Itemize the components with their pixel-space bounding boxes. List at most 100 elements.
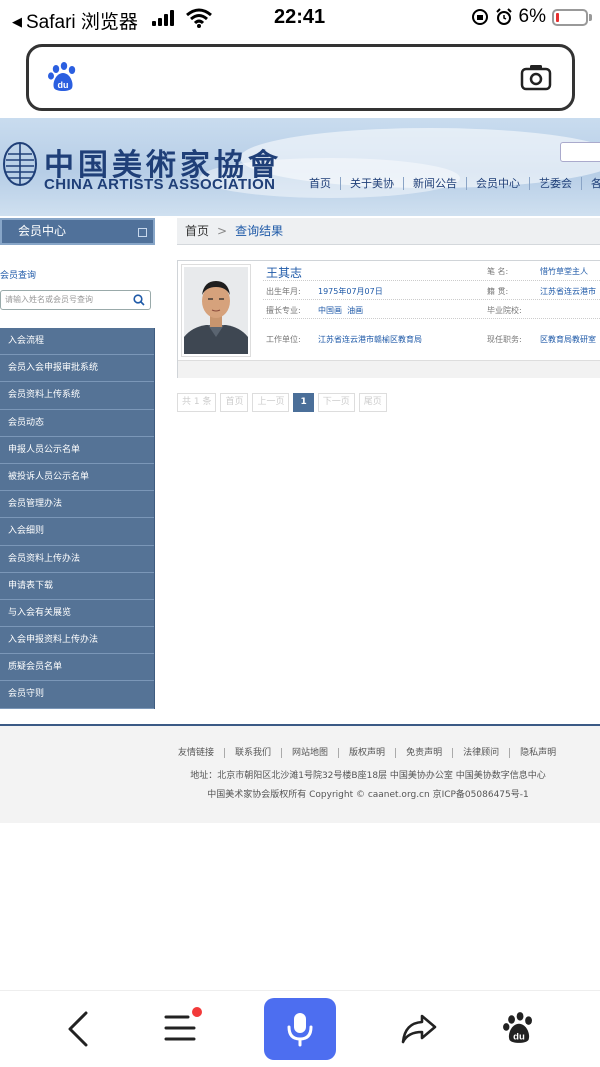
sidebar-item-upload-rules[interactable]: 会员资料上传办法 <box>0 546 154 573</box>
alarm-icon <box>495 8 512 25</box>
sidebar-item-disputed-list[interactable]: 质疑会员名单 <box>0 654 154 682</box>
native-value: 江苏省连云港市 <box>540 287 596 296</box>
sidebar-item-approval-system[interactable]: 会员入会申报审批系统 <box>0 355 154 383</box>
status-bar: ◀ Safari 浏览器 22:41 6% <box>0 0 600 36</box>
microphone-icon <box>287 1013 313 1047</box>
pager-total: 共 1 条 <box>177 393 217 412</box>
work-value: 江苏省连云港市赣榆区教育局 <box>318 335 422 344</box>
nav-item-committees[interactable]: 艺委会 <box>529 177 581 190</box>
birth-label: 出生年月: <box>266 287 301 296</box>
pen-name-label: 笔 名: <box>487 267 509 276</box>
site-header: 中国美術家協會 CHINA ARTISTS ASSOCIATION 首页 关于美… <box>0 118 600 216</box>
browser-toolbar: du <box>0 990 600 1067</box>
sidebar-item-join-rules[interactable]: 入会细则 <box>0 518 154 546</box>
wifi-icon <box>186 8 212 28</box>
specialty-value: 中国画 油画 <box>318 306 364 315</box>
footer-link-friends[interactable]: 友情链接 <box>178 748 224 758</box>
svg-text:du: du <box>513 1032 525 1043</box>
sidebar-item-applicant-list[interactable]: 申报人员公示名单 <box>0 437 154 464</box>
footer-link-legal[interactable]: 法律顾问 <box>452 748 509 758</box>
position-label: 现任职务: <box>487 335 522 344</box>
footer-link-copyright[interactable]: 版权声明 <box>338 748 395 758</box>
birth-value: 1975年07月07日 <box>318 287 383 296</box>
nav-item-home[interactable]: 首页 <box>300 177 340 190</box>
menu-icon[interactable] <box>164 1013 196 1043</box>
sidebar-item-complaint-list[interactable]: 被投诉人员公示名单 <box>0 464 154 492</box>
sidebar-item-member-news[interactable]: 会员动态 <box>0 410 154 437</box>
row-name: 王其志 笔 名: 惜竹草堂主人 <box>263 261 600 281</box>
specialty-label: 擅长专业: <box>266 306 301 315</box>
member-photo-frame <box>181 264 251 357</box>
battery-icon <box>552 8 588 26</box>
cellular-signal-icon <box>152 10 178 26</box>
site-logo-english: CHINA ARTISTS ASSOCIATION <box>44 176 276 193</box>
nav-item-news[interactable]: 新闻公告 <box>403 177 466 190</box>
site-search-input[interactable] <box>560 142 600 162</box>
breadcrumb: 首页 > 查询结果 <box>177 218 600 245</box>
svg-text:du: du <box>58 80 69 90</box>
sidebar-item-upload-instructions[interactable]: 入会申报资料上传办法 <box>0 627 154 655</box>
nav-item-members[interactable]: 会员中心 <box>466 177 529 190</box>
nav-item-about[interactable]: 关于美协 <box>340 177 403 190</box>
card-footer-strip <box>178 360 600 378</box>
breadcrumb-separator: > <box>217 224 228 238</box>
member-photo <box>184 267 248 354</box>
nav-item-more[interactable]: 各 <box>581 177 600 190</box>
main-nav: 首页 关于美协 新闻公告 会员中心 艺委会 各 <box>300 177 600 190</box>
sidebar-item-form-download[interactable]: 申请表下载 <box>0 573 154 600</box>
position-value: 区教育局教研室 <box>540 335 596 344</box>
member-result-card: 王其志 笔 名: 惜竹草堂主人 出生年月: 1975年07月07日 籍 贯: 江… <box>177 260 600 378</box>
pager-next[interactable]: 下一页 <box>317 393 355 412</box>
footer-link-sitemap[interactable]: 网站地图 <box>281 748 338 758</box>
member-name: 王其志 <box>266 266 303 280</box>
rotation-lock-icon <box>471 9 488 25</box>
breadcrumb-current: 查询结果 <box>235 224 284 238</box>
site-footer: 友情链接 联系我们 网站地图 版权声明 免责声明 法律顾问 隐私声明 地址：北京… <box>0 726 600 823</box>
row-birth: 出生年月: 1975年07月07日 籍 贯: 江苏省连云港市 <box>263 281 600 300</box>
battery-tip <box>589 13 592 21</box>
back-icon[interactable] <box>66 1011 90 1047</box>
voice-search-button[interactable] <box>264 998 336 1060</box>
row-specialty: 擅长专业: 中国画 油画 毕业院校: <box>263 300 600 319</box>
sidebar-item-upload-system[interactable]: 会员资料上传系统 <box>0 382 154 410</box>
footer-links: 友情链接 联系我们 网站地图 版权声明 免责声明 法律顾问 隐私声明 <box>178 748 566 758</box>
back-to-app-link[interactable]: ◀ Safari 浏览器 <box>12 7 138 34</box>
work-label: 工作单位: <box>266 335 301 344</box>
pager-last[interactable]: 尾页 <box>358 393 387 412</box>
sidebar-menu: 入会流程 会员入会申报审批系统 会员资料上传系统 会员动态 申报人员公示名单 被… <box>0 328 155 709</box>
native-label: 籍 贯: <box>487 287 509 296</box>
share-icon[interactable] <box>400 1013 438 1045</box>
baidu-paw-icon[interactable]: du <box>502 1011 536 1045</box>
sidebar-item-code-of-conduct[interactable]: 会员守则 <box>0 681 154 709</box>
browser-address-bar[interactable]: du <box>26 44 575 111</box>
footer-link-disclaimer[interactable]: 免责声明 <box>395 748 452 758</box>
sidebar-item-management-rules[interactable]: 会员管理办法 <box>0 491 154 519</box>
pen-name-value: 惜竹草堂主人 <box>540 267 588 276</box>
breadcrumb-home[interactable]: 首页 <box>185 224 209 238</box>
sidebar-item-join-process[interactable]: 入会流程 <box>0 328 154 356</box>
association-emblem-icon <box>3 142 37 186</box>
footer-link-contact[interactable]: 联系我们 <box>224 748 281 758</box>
camera-icon[interactable] <box>520 63 552 91</box>
pager-first[interactable]: 首页 <box>220 393 249 412</box>
pager-prev[interactable]: 上一页 <box>252 393 290 412</box>
pager-current-page[interactable]: 1 <box>293 393 314 412</box>
search-icon[interactable] <box>133 294 145 306</box>
website-viewport: 中国美術家協會 CHINA ARTISTS ASSOCIATION 首页 关于美… <box>0 118 600 823</box>
row-work: 工作单位: 江苏省连云港市赣榆区教育局 现任职务: 区教育局教研室 <box>263 319 600 359</box>
sidebar-title: 会员中心 <box>0 218 155 245</box>
member-query-input[interactable]: 请输入姓名或会员号查询 <box>0 290 151 310</box>
back-triangle-icon: ◀ <box>12 14 22 29</box>
battery-percent: 6% <box>518 6 546 27</box>
sidebar-item-exhibitions[interactable]: 与入会有关展览 <box>0 600 154 628</box>
school-label: 毕业院校: <box>487 306 522 315</box>
clock: 22:41 <box>274 6 326 28</box>
footer-copyright: 中国美术家协会版权所有 Copyright © caanet.org.cn 京I… <box>207 790 529 800</box>
back-app-label: Safari 浏览器 <box>26 12 138 33</box>
notification-dot <box>192 1007 202 1017</box>
footer-address: 地址：北京市朝阳区北沙滩1号院32号楼B座18层 中国美协办公室 中国美协数字信… <box>190 771 546 781</box>
footer-link-privacy[interactable]: 隐私声明 <box>509 748 566 758</box>
baidu-paw-icon[interactable]: du <box>47 61 79 93</box>
pagination: 共 1 条 首页 上一页 1 下一页 尾页 <box>177 393 387 412</box>
status-right: 6% <box>471 6 592 28</box>
